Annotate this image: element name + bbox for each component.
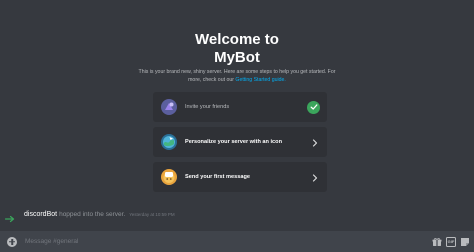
gif-label: GIF [446, 236, 456, 247]
check-icon [307, 100, 320, 114]
join-arrow-icon [4, 210, 15, 223]
invite-friends-label: Invite your friends [185, 104, 230, 110]
getting-started-link[interactable]: Getting Started guide. [235, 77, 285, 83]
message-icon [161, 169, 177, 185]
join-timestamp: Yesterday at 10:59 PM [129, 211, 175, 217]
send-first-message-label: Send your first message [185, 174, 250, 180]
welcome-title-line1: Welcome to [195, 31, 279, 48]
welcome-description: This is your brand new, shiny server. He… [137, 69, 337, 84]
welcome-title-line2: MyBot [214, 49, 260, 66]
personalize-server-card[interactable]: Personalize your server with an icon [153, 127, 327, 157]
gif-button[interactable]: GIF [446, 236, 456, 247]
composer-tools: GIF [428, 236, 470, 247]
invite-friends-card[interactable]: Invite your friends [153, 92, 327, 122]
personalize-server-label: Personalize your server with an icon [185, 139, 282, 145]
gift-icon[interactable] [432, 237, 442, 247]
chevron-right-icon [309, 136, 321, 148]
send-first-message-card[interactable]: Send your first message [153, 162, 327, 192]
chat-area: Welcome to MyBot This is your brand new,… [0, 0, 474, 252]
invite-friends-icon [161, 99, 177, 115]
sticker-icon[interactable] [460, 237, 470, 247]
add-attachment-button[interactable] [7, 236, 17, 247]
welcome-title: Welcome to MyBot [0, 31, 474, 67]
message-input[interactable] [25, 234, 428, 249]
message-composer: GIF [0, 231, 474, 252]
server-icon-globe [161, 134, 177, 150]
join-message: discordBot hopped into the server. Yeste… [0, 207, 474, 223]
join-text: hopped into the server. [59, 210, 126, 218]
join-username[interactable]: discordBot [24, 211, 57, 218]
chevron-right-icon [309, 171, 321, 183]
